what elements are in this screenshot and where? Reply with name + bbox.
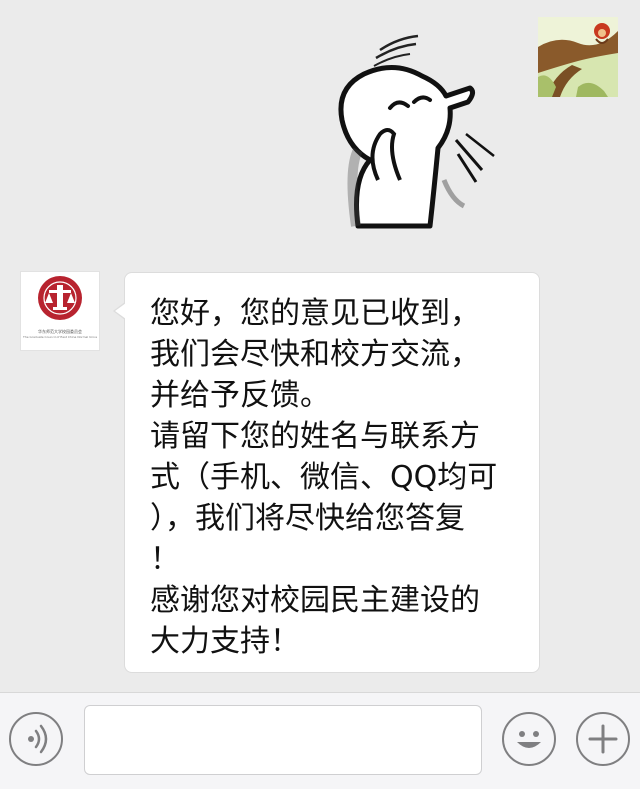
message-line: ），我们将尽快给您答复	[150, 501, 465, 536]
emoji-icon	[517, 731, 541, 748]
sticker-message[interactable]	[318, 30, 508, 230]
message-line: 并给予反馈。	[150, 378, 330, 413]
message-line: 大力支持！	[150, 624, 300, 659]
message-line: 我们会尽快和校方交流，	[150, 337, 480, 372]
tree-branch-monkey-icon	[538, 17, 618, 97]
waving-cartoon-character-icon	[338, 34, 495, 229]
plus-icon	[588, 724, 618, 754]
message-line: 式（手机、微信、QQ均可	[150, 460, 498, 495]
self-avatar[interactable]	[538, 17, 618, 97]
student-council-avatar[interactable]: 华东师范大学校园委员会 The Graduate Council of East…	[20, 271, 100, 351]
message-line: 您好，您的意见已收到，	[150, 296, 480, 331]
message-line: 感谢您对校园民主建设的	[150, 583, 480, 618]
student-council-logo-icon	[38, 276, 82, 320]
emoji-button[interactable]	[502, 712, 556, 766]
voice-button[interactable]	[9, 712, 63, 766]
voice-icon	[28, 724, 48, 754]
org-caption-english: The Graduate Council of East China Norma…	[23, 335, 97, 339]
message-line: ！	[150, 542, 180, 577]
more-options-button[interactable]	[576, 712, 630, 766]
message-input[interactable]	[84, 705, 482, 775]
message-line: 请留下您的姓名与联系方	[150, 419, 480, 454]
org-caption: 华东师范大学校园委员会	[38, 329, 82, 334]
incoming-message-text: 您好，您的意见已收到， 我们会尽快和校方交流， 并给予反馈。 请留下您的姓名与联…	[150, 293, 522, 662]
bubble-tail-fill	[115, 303, 126, 319]
